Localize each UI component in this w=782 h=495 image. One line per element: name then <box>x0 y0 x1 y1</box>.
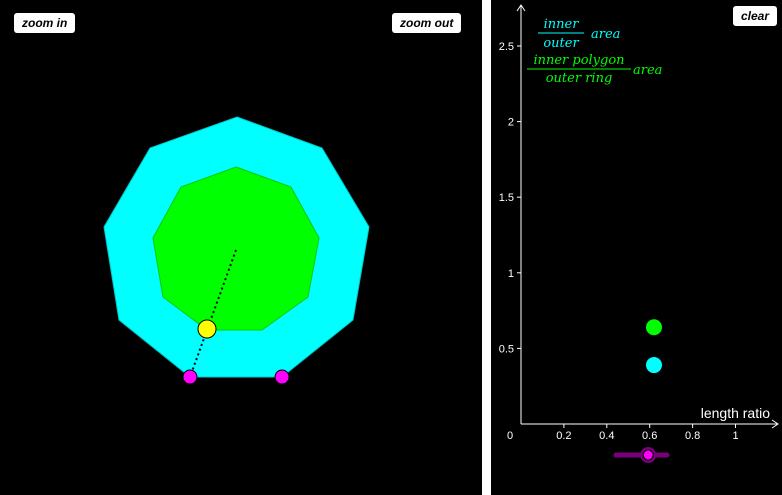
legend-ratio-1-suffix: area <box>591 27 620 42</box>
data-point-polygon-ring-ratio <box>645 319 662 336</box>
panel-divider <box>482 0 491 495</box>
y-tick-label: 2 <box>508 117 514 129</box>
x-axis-label: length ratio <box>701 405 770 421</box>
data-point-area-ratio <box>645 357 662 374</box>
length-ratio-slider-knob-halo <box>640 447 657 463</box>
x-tick-label: 0.2 <box>556 430 571 442</box>
legend-ratio-1-denominator: outer <box>543 36 579 51</box>
legend-ratio-1: inner outer area <box>538 17 620 51</box>
clear-button[interactable]: clear <box>733 6 778 26</box>
legend-ratio-2-numerator: inner polygon <box>533 53 624 68</box>
vertex-point-right[interactable] <box>274 369 290 385</box>
length-ratio-slider-knob[interactable] <box>642 449 654 461</box>
x-axis-arrow <box>771 419 779 429</box>
legend-ratio-2-suffix: area <box>633 63 662 78</box>
zoom-in-button[interactable]: zoom in <box>14 13 76 33</box>
y-tick-label: 1 <box>508 268 514 280</box>
legend-ratio-1-numerator: inner <box>544 17 580 32</box>
legend-ratio-2-denominator: outer ring <box>546 71 613 86</box>
vertex-point-left[interactable] <box>182 369 198 385</box>
y-tick-label: 2.5 <box>499 41 514 53</box>
x-tick-label: 0.8 <box>685 430 700 442</box>
zoom-out-button[interactable]: zoom out <box>392 13 462 33</box>
center-handle-point[interactable] <box>197 319 217 339</box>
origin-label: 0 <box>507 430 513 442</box>
x-tick-label: 0.4 <box>599 430 614 442</box>
x-tick-label: 0.6 <box>642 430 657 442</box>
y-tick-label: 0.5 <box>499 343 514 355</box>
geometry-panel <box>103 116 370 385</box>
y-axis-arrow <box>516 4 526 12</box>
legend-ratio-2: inner polygon outer ring area <box>527 53 662 86</box>
x-tick-label: 1 <box>732 430 738 442</box>
y-tick-label: 1.5 <box>499 192 514 204</box>
